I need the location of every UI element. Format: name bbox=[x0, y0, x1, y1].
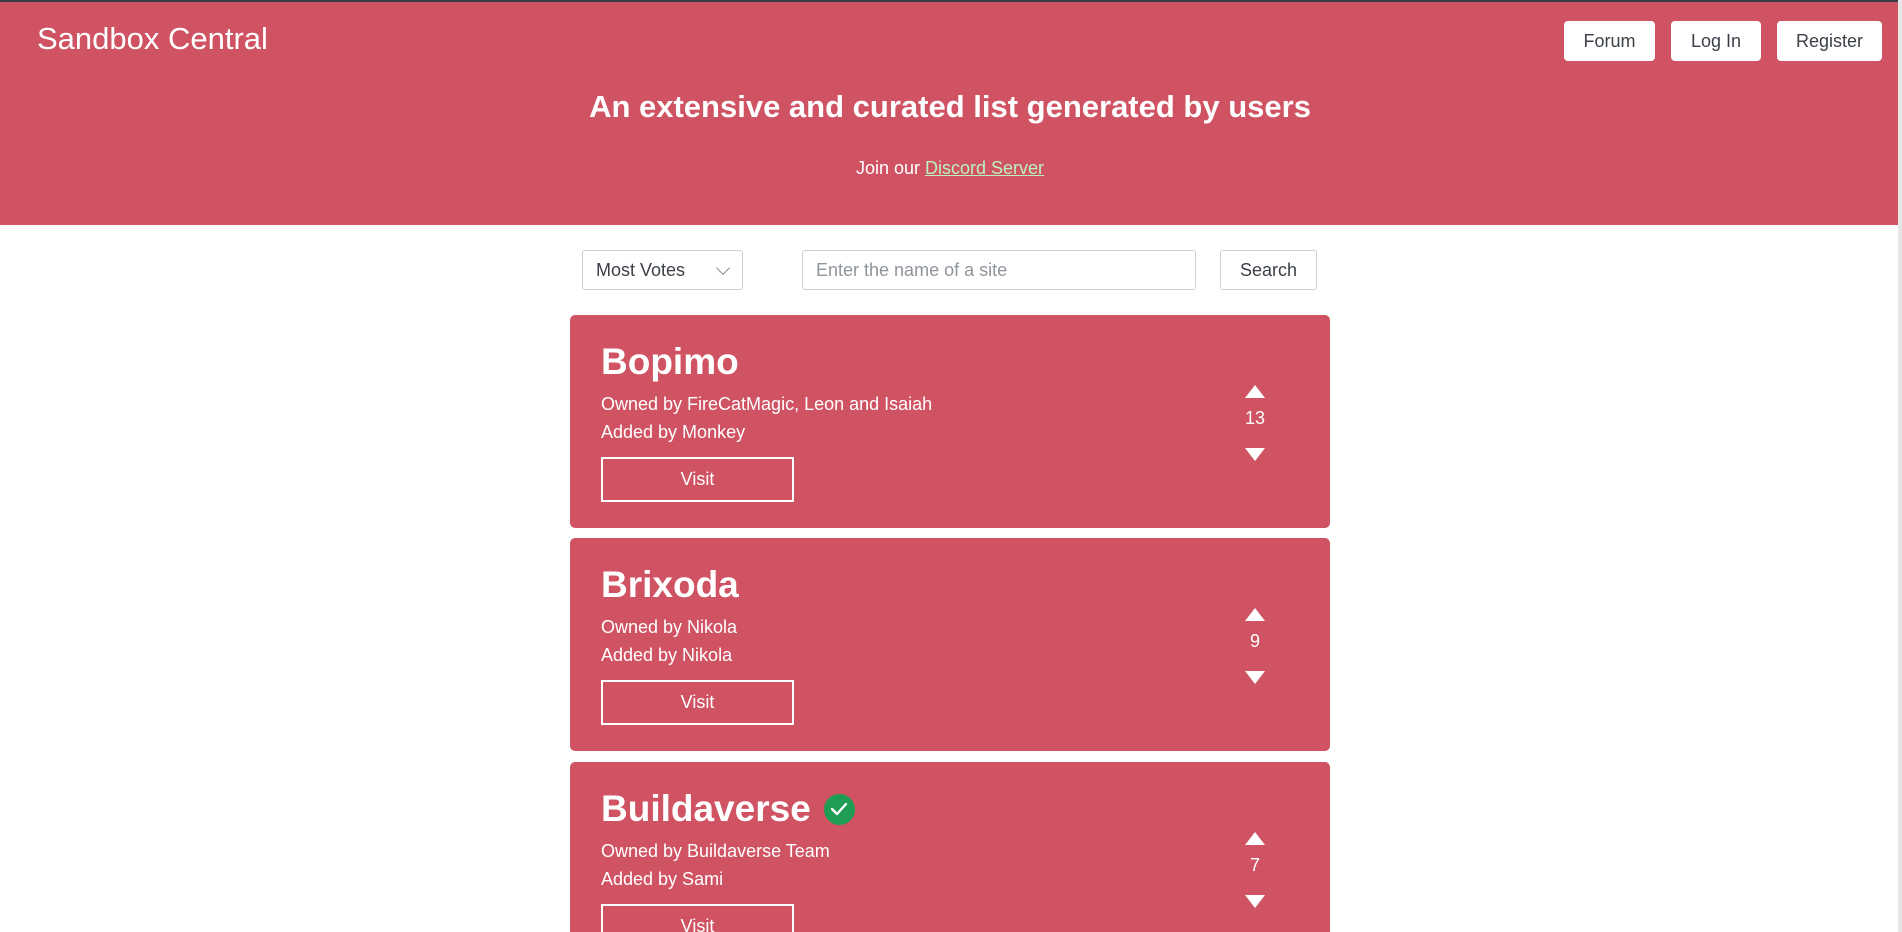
site-owners: Owned by Nikola bbox=[601, 617, 738, 637]
site-added-by: Added by Nikola bbox=[601, 645, 733, 665]
site-card: Bopimo Owned by FireCatMagic, Leon and I… bbox=[570, 315, 1330, 528]
upvote-icon[interactable] bbox=[1245, 385, 1265, 398]
vote-controls: 7 bbox=[1226, 832, 1282, 912]
upvote-icon[interactable] bbox=[1245, 832, 1265, 845]
site-owners: Owned by FireCatMagic, Leon and Isaiah bbox=[601, 394, 933, 414]
chevron-down-icon bbox=[715, 260, 731, 276]
site-brand[interactable]: Sandbox Central bbox=[37, 21, 268, 57]
visit-button[interactable]: Visit bbox=[601, 457, 794, 502]
site-name-text: Brixoda bbox=[601, 564, 739, 605]
scrollbar-track[interactable] bbox=[1898, 0, 1902, 932]
site-card: Brixoda Owned by Nikola Added by Nikola … bbox=[570, 538, 1330, 751]
join-discord-text: Join our Discord Server bbox=[0, 158, 1900, 179]
site-name: Buildaverse bbox=[601, 788, 855, 830]
downvote-icon[interactable] bbox=[1245, 671, 1265, 684]
vote-count: 9 bbox=[1249, 631, 1260, 651]
vote-controls: 9 bbox=[1226, 608, 1282, 688]
site-header: Sandbox Central Forum Log In Register An… bbox=[0, 2, 1900, 225]
site-search-input[interactable] bbox=[802, 250, 1196, 290]
site-owners: Owned by Buildaverse Team bbox=[601, 841, 830, 861]
login-button[interactable]: Log In bbox=[1671, 21, 1761, 61]
site-name: Bopimo bbox=[601, 341, 739, 383]
vote-count: 7 bbox=[1249, 855, 1260, 875]
vote-count: 13 bbox=[1244, 408, 1266, 428]
register-button[interactable]: Register bbox=[1777, 21, 1882, 61]
site-name: Brixoda bbox=[601, 564, 739, 606]
upvote-icon[interactable] bbox=[1245, 608, 1265, 621]
site-added-by: Added by Sami bbox=[601, 869, 724, 889]
vote-controls: 13 bbox=[1226, 385, 1282, 465]
visit-button[interactable]: Visit bbox=[601, 680, 794, 725]
site-card: Buildaverse Owned by Buildaverse Team Ad… bbox=[570, 762, 1330, 932]
downvote-icon[interactable] bbox=[1245, 895, 1265, 908]
search-button[interactable]: Search bbox=[1220, 250, 1317, 290]
site-name-text: Bopimo bbox=[601, 341, 739, 382]
search-controls: Most Votes Search bbox=[0, 250, 1900, 290]
site-added-by: Added by Monkey bbox=[601, 422, 746, 442]
join-prefix: Join our bbox=[855, 158, 920, 178]
site-name-text: Buildaverse bbox=[601, 788, 811, 829]
discord-server-link[interactable]: Discord Server bbox=[925, 158, 1044, 178]
page-tagline: An extensive and curated list generated … bbox=[589, 89, 1311, 124]
sort-select[interactable]: Most Votes bbox=[582, 250, 743, 290]
forum-button[interactable]: Forum bbox=[1564, 21, 1655, 61]
sort-select-value: Most Votes bbox=[596, 260, 686, 280]
verified-check-icon bbox=[823, 793, 855, 825]
downvote-icon[interactable] bbox=[1245, 448, 1265, 461]
visit-button[interactable]: Visit bbox=[601, 904, 794, 932]
